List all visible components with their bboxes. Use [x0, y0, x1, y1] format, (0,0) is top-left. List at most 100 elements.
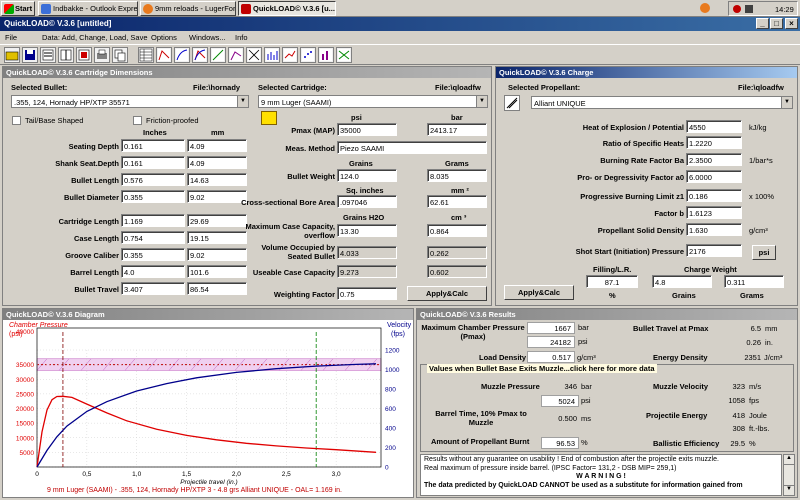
pmax-bar-field[interactable]: 2413.17 — [427, 123, 487, 136]
task-outlook[interactable]: Indbakke - Outlook Express — [38, 1, 138, 16]
tray-shield-icon[interactable] — [733, 5, 741, 13]
cartridge-db-tool[interactable] — [58, 47, 74, 63]
dim-inches-field[interactable]: 0.355 — [121, 190, 185, 203]
charge-param-unit: kJ/kg — [749, 123, 767, 132]
menu-data[interactable]: Data: Add, Change, Load, Save — [42, 33, 148, 42]
chart-line-tool[interactable] — [282, 47, 298, 63]
friction-checkbox[interactable] — [133, 116, 142, 125]
chart-ladder-tool[interactable] — [264, 47, 280, 63]
minimize-button[interactable]: _ — [756, 18, 769, 29]
dim-mm-field[interactable]: 4.09 — [187, 139, 247, 152]
dim-label: Shank Seat.Depth — [55, 159, 119, 168]
dim-inches-field[interactable]: 0.576 — [121, 173, 185, 186]
warning-text-box[interactable]: Results without any guarantee on usabili… — [420, 454, 782, 496]
dim-inches-field[interactable]: 4.0 — [121, 265, 185, 278]
dim-mm-field[interactable]: 86.54 — [187, 282, 247, 295]
bullet-db-tool[interactable] — [40, 47, 56, 63]
charge-grams-field[interactable]: 0.311 — [724, 275, 784, 288]
charge-param-field[interactable]: 4550 — [686, 120, 742, 133]
y-right-tick-label: 1000 — [385, 367, 400, 374]
bore-area-in-field[interactable]: .097046 — [337, 195, 397, 208]
chart-compare-tool[interactable] — [336, 47, 352, 63]
chart-sensitivity-tool[interactable] — [246, 47, 262, 63]
warning-scrollbar[interactable]: ▲ ▼ — [783, 454, 795, 496]
bullet-select[interactable]: .355, 124, Hornady HP/XTP 35571 ▼ — [11, 95, 249, 108]
charge-param-field[interactable]: 1.6123 — [686, 206, 742, 219]
charge-param-field[interactable]: 2.3500 — [686, 153, 742, 166]
tray-speaker-icon[interactable] — [745, 5, 753, 13]
task-quickload[interactable]: QuickLOAD© V.3.6 [u... — [238, 1, 336, 16]
max-case-cm3-field[interactable]: 0.864 — [427, 224, 487, 237]
copy-tool[interactable] — [112, 47, 128, 63]
bullet-weight-grains-field[interactable]: 124.0 — [337, 169, 397, 182]
muzzle-values-group[interactable]: Values when Bullet Base Exits Muzzle...c… — [420, 364, 794, 452]
charge-grains-field[interactable]: 4.8 — [652, 275, 712, 288]
menubar: File Data: Add, Change, Load, Save Optio… — [0, 31, 800, 44]
tray-firefox-icon[interactable] — [700, 3, 710, 13]
dim-inches-field[interactable]: 0.355 — [121, 248, 185, 261]
chart-velocity-tool[interactable] — [174, 47, 190, 63]
clock: 14:29 — [775, 5, 794, 14]
bore-area-mm-field[interactable]: 62.61 — [427, 195, 487, 208]
weighting-factor-field[interactable]: 0.75 — [337, 287, 397, 300]
charge-param-field[interactable]: 2176 — [686, 244, 742, 257]
cartridge-apply-calc-button[interactable]: Apply&Calc — [407, 286, 487, 301]
menu-windows[interactable]: Windows... — [189, 33, 226, 42]
propellant-tool-icon[interactable] — [504, 95, 520, 111]
menu-options[interactable]: Options — [151, 33, 177, 42]
dim-inches-field[interactable]: 0.161 — [121, 139, 185, 152]
propellant-db-tool[interactable] — [76, 47, 92, 63]
menu-file[interactable]: File — [5, 33, 17, 42]
dim-inches-field[interactable]: 3.407 — [121, 282, 185, 295]
pmax-psi-field[interactable]: 35000 — [337, 123, 397, 136]
charge-apply-calc-button[interactable]: Apply&Calc — [504, 285, 574, 300]
chevron-down-icon[interactable]: ▼ — [237, 96, 248, 107]
pressure-velocity-chart[interactable]: Chamber Pressure(psi)Velocity(fps)500010… — [3, 320, 413, 486]
max-case-grains-field[interactable]: 13.30 — [337, 224, 397, 237]
muzzle-values-header-link[interactable]: Values when Bullet Base Exits Muzzle...c… — [427, 364, 657, 373]
shot-start-psi-button[interactable]: psi — [752, 245, 776, 260]
y-left-tick-label: 25000 — [16, 391, 34, 398]
save-tool[interactable] — [22, 47, 38, 63]
chevron-down-icon[interactable]: ▼ — [781, 97, 792, 108]
print-tool[interactable] — [94, 47, 110, 63]
charge-param-field[interactable]: 1.2220 — [686, 136, 742, 149]
chart-scatter-tool[interactable] — [300, 47, 316, 63]
chart-bar-tool[interactable] — [318, 47, 334, 63]
y-right-unit: (fps) — [391, 331, 405, 338]
grains-unit-label: Grains — [349, 159, 373, 168]
plot-frame — [36, 327, 382, 468]
task-lugerforum[interactable]: 9mm reloads - LugerForu... — [140, 1, 236, 16]
chart-combo-tool[interactable] — [192, 47, 208, 63]
propellant-select[interactable]: Alliant UNIQUE ▼ — [531, 96, 793, 109]
start-button[interactable]: Start — [1, 1, 35, 16]
dim-mm-field[interactable]: 29.69 — [187, 214, 247, 227]
chevron-down-icon[interactable]: ▼ — [476, 96, 487, 107]
table-tool[interactable] — [138, 47, 154, 63]
tailbase-checkbox[interactable] — [12, 116, 21, 125]
chart-pressure-tool[interactable] — [156, 47, 172, 63]
dim-label: Bullet Length — [71, 176, 119, 185]
maximize-button[interactable]: □ — [770, 18, 783, 29]
cartridge-drawing-icon[interactable] — [261, 111, 277, 125]
meas-method-field[interactable]: Piezo SAAMI — [337, 141, 487, 154]
dim-inches-field[interactable]: 0.161 — [121, 156, 185, 169]
chart-burn-tool[interactable] — [210, 47, 226, 63]
menu-info[interactable]: Info — [235, 33, 248, 42]
chart-energy-tool[interactable] — [228, 47, 244, 63]
cartridge-select[interactable]: 9 mm Luger (SAAMI) ▼ — [258, 95, 488, 108]
dim-mm-field[interactable]: 4.09 — [187, 156, 247, 169]
charge-param-field[interactable]: 6.0000 — [686, 170, 742, 183]
dim-inches-field[interactable]: 0.754 — [121, 231, 185, 244]
bullet-weight-grams-field[interactable]: 8.035 — [427, 169, 487, 182]
charge-param-field[interactable]: 0.186 — [686, 189, 742, 202]
open-file-tool[interactable] — [4, 47, 20, 63]
scroll-down-icon[interactable]: ▼ — [784, 485, 794, 495]
dim-mm-field[interactable]: 14.63 — [187, 173, 247, 186]
dim-inches-field[interactable]: 1.169 — [121, 214, 185, 227]
charge-param-field[interactable]: 1.630 — [686, 223, 742, 236]
close-button[interactable]: × — [785, 18, 798, 29]
filling-field[interactable]: 87.1 — [586, 275, 638, 288]
ballistic-efficiency-label: Ballistic Efficiency — [653, 439, 720, 448]
scroll-up-icon[interactable]: ▲ — [784, 455, 794, 465]
